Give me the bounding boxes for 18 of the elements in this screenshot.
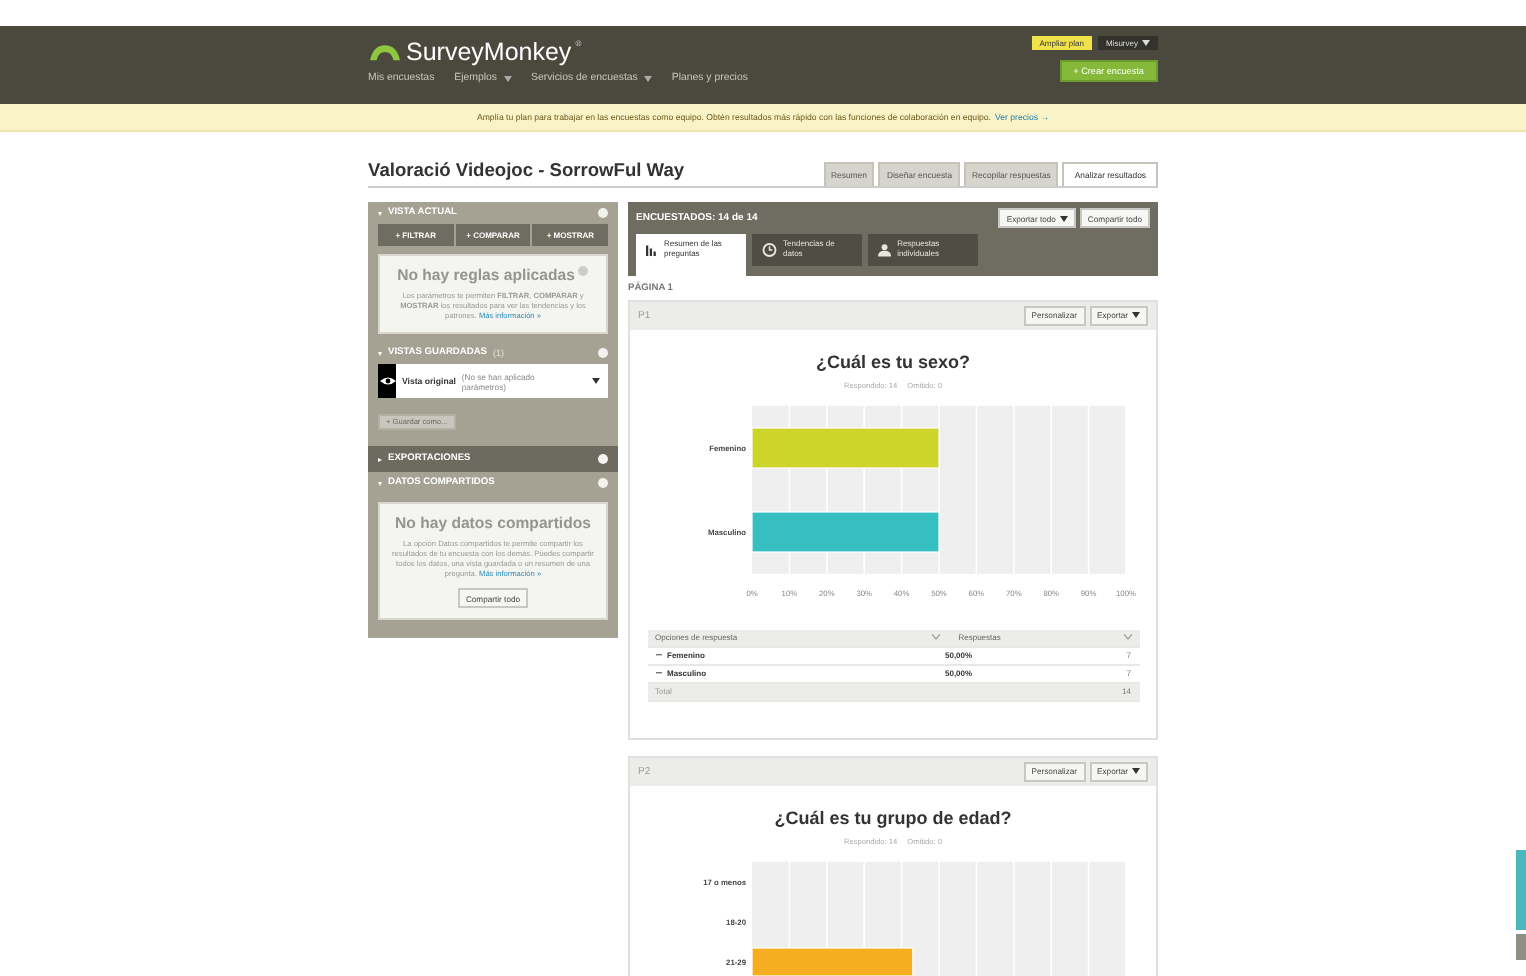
logo-icon: [368, 42, 402, 62]
caret-icon: [1132, 312, 1140, 319]
sort-icon[interactable]: [1123, 634, 1131, 641]
question-title: ¿Cuál es tu grupo de edad?: [774, 807, 1012, 828]
eye-icon: [379, 376, 395, 386]
caret-icon: [1142, 40, 1150, 46]
person-icon: [878, 241, 892, 258]
dash-icon: [655, 672, 661, 675]
bar-chart-icon: [646, 241, 659, 258]
caret-icon: [1059, 215, 1068, 221]
caret-icon: [592, 378, 600, 384]
logo-text: SurveyMonkey: [406, 38, 572, 66]
survey-title: Valoració Videojoc - SorrowFul Way: [368, 160, 685, 184]
caret-icon: [1132, 768, 1140, 775]
question-title: ¿Cuál es tu sexo?: [815, 351, 971, 372]
dash-icon: [655, 654, 661, 657]
sort-icon[interactable]: [932, 634, 941, 641]
clock-icon: [762, 241, 778, 258]
